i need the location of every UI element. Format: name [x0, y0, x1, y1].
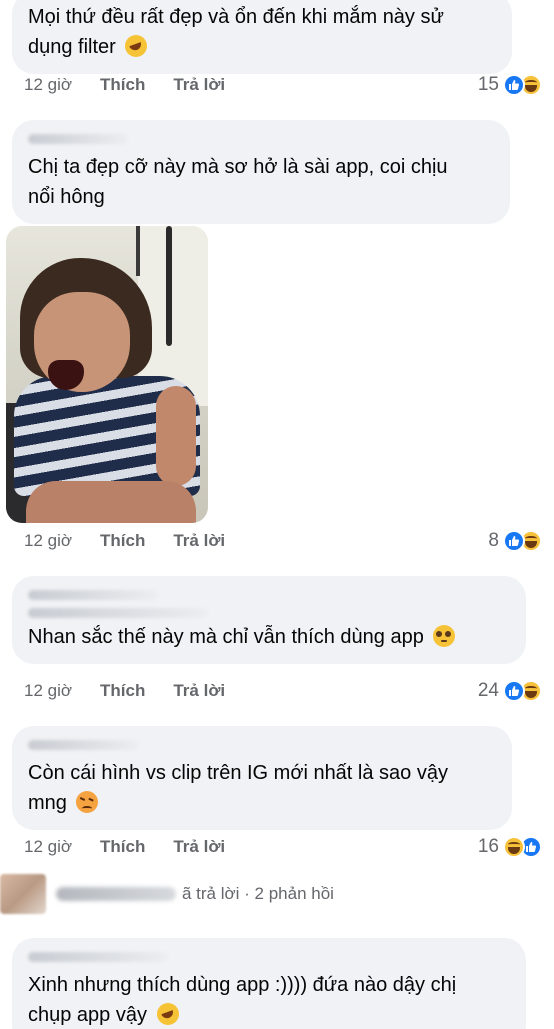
reaction-summary[interactable]: 8 [488, 530, 542, 552]
angry-emoji-icon [76, 791, 99, 813]
replier-name-redacted [56, 887, 176, 901]
comment-photo[interactable] [6, 226, 208, 523]
comment-time: 12 giờ [24, 681, 73, 700]
reaction-count: 8 [488, 530, 499, 551]
comment-meta: 12 giờ Thích Trả lời 16 [24, 834, 542, 860]
reaction-summary[interactable]: 16 [478, 836, 542, 858]
pleading-emoji-icon [433, 625, 456, 647]
comment-time: 12 giờ [24, 531, 73, 550]
comment-bubble: Mọi thứ đều rất đẹp và ổn đến khi mắm nà… [12, 0, 512, 74]
comment-text: Còn cái hình vs clip trên IG mới nhất là… [28, 762, 448, 814]
comment-text: Mọi thứ đều rất đẹp và ổn đến khi mắm nà… [28, 6, 444, 58]
reaction-count: 16 [477, 836, 499, 857]
comment-text: Xinh nhưng thích dùng app :)))) đứa nào … [28, 974, 457, 1026]
reply-button[interactable]: Trả lời [173, 681, 225, 701]
comment-meta: 12 giờ Thích Trả lời 8 [24, 528, 542, 554]
haha-reaction-icon [503, 836, 525, 858]
reaction-summary[interactable]: 24 [478, 680, 542, 702]
like-button[interactable]: Thích [100, 837, 145, 857]
comment-text: Chị ta đẹp cỡ này mà sơ hở là sài app, c… [28, 156, 448, 208]
commenter-name-redacted [28, 134, 128, 144]
replies-summary-text[interactable]: ã trả lời · 2 phản hồi [182, 884, 334, 904]
reply-button[interactable]: Trả lời [173, 837, 225, 857]
comment-text: Nhan sắc thế này mà chỉ vẫn thích dùng a… [28, 622, 510, 652]
comment-bubble: Nhan sắc thế này mà chỉ vẫn thích dùng a… [12, 576, 526, 664]
view-replies-link[interactable]: ã trả lời · 2 phản hồi [0, 874, 554, 914]
comment-meta: 12 giờ Thích Trả lời 24 [24, 678, 542, 704]
comment-time: 12 giờ [24, 75, 73, 94]
like-button[interactable]: Thích [100, 681, 145, 701]
like-reaction-icon [503, 680, 525, 702]
like-button[interactable]: Thích [100, 531, 145, 551]
commenter-name-redacted [28, 590, 158, 600]
like-reaction-icon [503, 530, 525, 552]
like-button[interactable]: Thích [100, 75, 145, 95]
commenter-name-redacted [28, 608, 208, 618]
like-reaction-icon [503, 74, 525, 96]
comment-bubble: Xinh nhưng thích dùng app :)))) đứa nào … [12, 938, 526, 1029]
comment-meta: 12 giờ Thích Trả lời 15 [24, 72, 542, 98]
comment-time: 12 giờ [24, 837, 73, 856]
comment-bubble: Còn cái hình vs clip trên IG mới nhất là… [12, 726, 512, 830]
commenter-name-redacted [28, 740, 138, 750]
rofl-emoji-icon [125, 35, 148, 57]
reaction-summary[interactable]: 15 [478, 74, 542, 96]
reaction-count: 24 [477, 680, 499, 701]
rofl-emoji-icon [156, 1003, 179, 1025]
commenter-name-redacted [28, 952, 168, 962]
reaction-count: 15 [477, 74, 499, 95]
reply-button[interactable]: Trả lời [173, 75, 225, 95]
avatar [0, 874, 46, 914]
reply-button[interactable]: Trả lời [173, 531, 225, 551]
comment-bubble: Chị ta đẹp cỡ này mà sơ hở là sài app, c… [12, 120, 510, 224]
